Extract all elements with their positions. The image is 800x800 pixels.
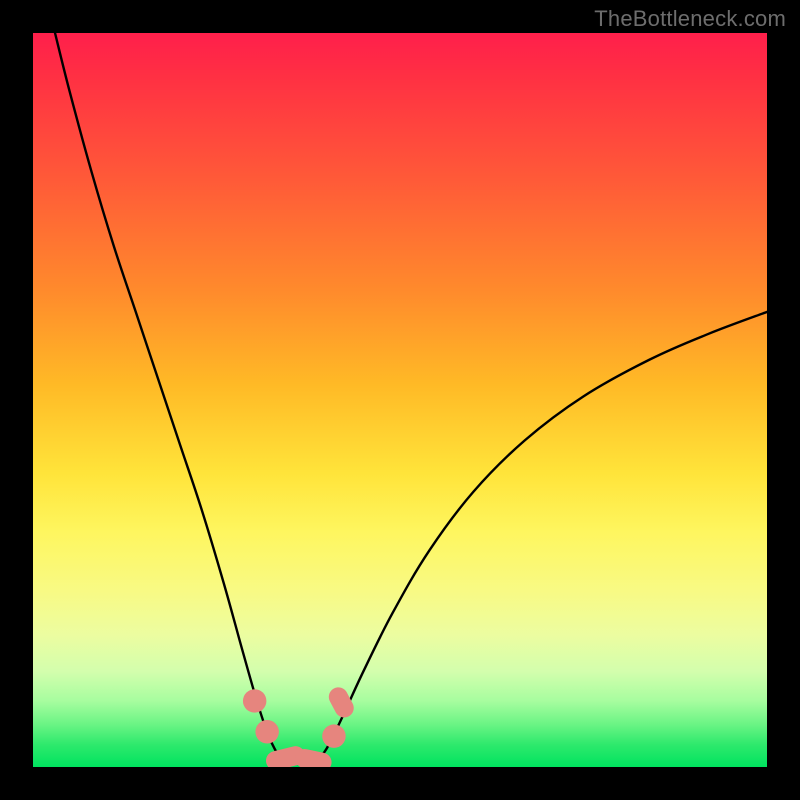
watermark-text: TheBottleneck.com <box>594 6 786 32</box>
chart-svg <box>33 33 767 767</box>
valley-marker <box>243 689 266 712</box>
right-curve <box>316 312 767 763</box>
marker-group <box>243 684 357 767</box>
valley-marker <box>325 684 357 721</box>
valley-marker <box>322 724 345 747</box>
valley-marker <box>255 720 278 743</box>
outer-frame: TheBottleneck.com <box>0 0 800 800</box>
left-curve <box>55 33 285 763</box>
curve-group <box>55 33 767 763</box>
plot-area <box>33 33 767 767</box>
